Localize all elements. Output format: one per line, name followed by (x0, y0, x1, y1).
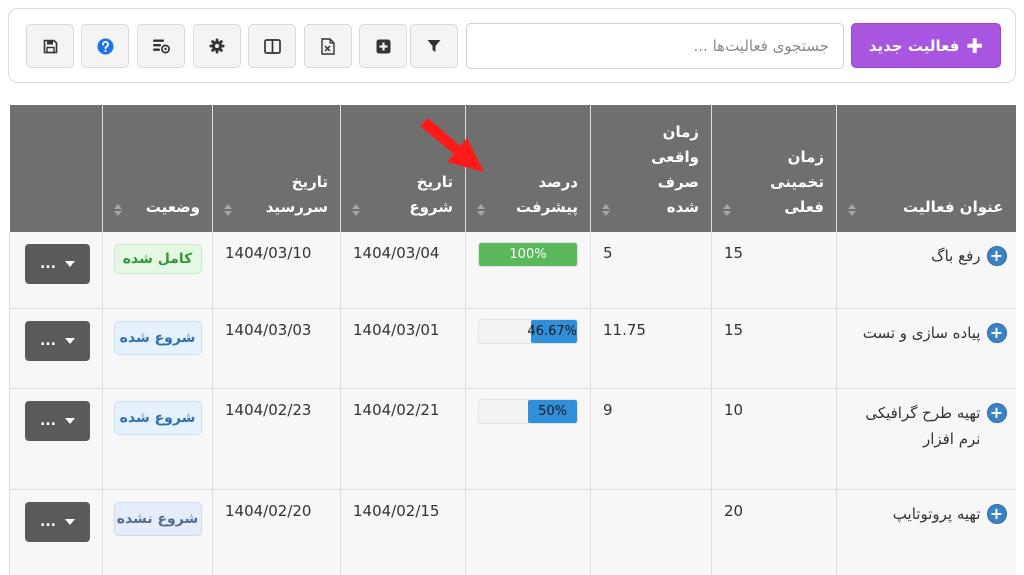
new-activity-button[interactable]: ✚ فعالیت جدید (851, 23, 1001, 68)
cell-title: + تهیه طرح گرافیکی نرم افزار (836, 388, 1016, 490)
help-button[interactable] (81, 24, 129, 68)
search-input[interactable] (466, 23, 844, 69)
cell-start-date: 1404/03/04 (340, 232, 466, 309)
caret-down-icon (64, 337, 75, 344)
table-row: + تهیه پروتوتایپ 20 1404/02/15 1404/02/20… (9, 489, 1016, 575)
row-actions-dropdown[interactable]: ... (25, 244, 90, 284)
sort-icon (477, 204, 485, 216)
cell-progress: 100% (465, 232, 591, 309)
cell-status: شروع شده (102, 388, 213, 490)
excel-export-icon (321, 37, 335, 55)
filter-icon (427, 40, 441, 52)
cell-status: شروع نشده (102, 489, 213, 575)
sort-icon (602, 204, 610, 216)
cell-actual (590, 489, 712, 575)
activities-table: عنوان فعالیت زمان تخمینی فعلی زمان واقعی… (9, 105, 1016, 575)
cell-progress (465, 489, 591, 575)
cell-title: + تهیه پروتوتایپ (836, 489, 1016, 575)
cell-estimated: 20 (711, 489, 837, 575)
status-badge: شروع شده (113, 320, 202, 355)
column-header-status[interactable]: وضعیت (102, 105, 213, 232)
expand-row-icon[interactable]: + (986, 402, 1007, 423)
column-header-due[interactable]: تاریخ سررسید (212, 105, 341, 232)
columns-icon (263, 38, 281, 54)
cell-estimated: 10 (711, 388, 837, 490)
cell-progress: 46.67% (465, 308, 591, 389)
row-actions-dropdown[interactable]: ... (25, 501, 90, 542)
cell-title: + پیاده سازی و تست (836, 308, 1016, 389)
column-header-actions (9, 105, 103, 232)
expand-row-icon[interactable]: + (986, 322, 1007, 343)
cell-actions: ... (9, 388, 103, 490)
expand-row-icon[interactable]: + (986, 503, 1007, 524)
column-header-estimated[interactable]: زمان تخمینی فعلی (711, 105, 837, 232)
cell-actions: ... (9, 232, 103, 309)
column-header-actual[interactable]: زمان واقعی صرف شده (590, 105, 712, 232)
progress-label: 46.67% (527, 323, 577, 339)
plus-icon: ✚ (966, 33, 984, 58)
sort-icon (848, 204, 856, 216)
status-badge: شروع شده (113, 400, 202, 435)
table-row: + رفع باگ 15 5 100% 1404/03/04 1404/03/10… (9, 232, 1016, 309)
sort-icon (114, 204, 122, 216)
caret-down-icon (64, 518, 75, 525)
cell-actual: 5 (590, 232, 712, 309)
cell-progress: 50% (465, 388, 591, 490)
columns-button[interactable] (248, 24, 296, 68)
progress-label: 50% (538, 403, 567, 419)
row-actions-dropdown[interactable]: ... (25, 320, 90, 361)
cell-estimated: 15 (711, 308, 837, 389)
caret-down-icon (64, 261, 75, 267)
table-row: + تهیه طرح گرافیکی نرم افزار 10 9 50% 140… (9, 388, 1016, 490)
table-header-row: عنوان فعالیت زمان تخمینی فعلی زمان واقعی… (9, 105, 1016, 232)
progress-label: 100% (509, 247, 547, 262)
gear-icon (209, 38, 225, 54)
sort-icon (224, 204, 232, 216)
add-button[interactable] (359, 24, 407, 68)
cell-title: + رفع باگ (836, 232, 1016, 309)
sort-icon (352, 204, 360, 216)
save-icon (43, 39, 57, 53)
row-actions-dropdown[interactable]: ... (25, 400, 90, 441)
sort-icon (723, 204, 731, 216)
expand-row-icon[interactable]: + (986, 246, 1007, 266)
table-row: + پیاده سازی و تست 15 11.75 46.67% 1404/0… (9, 308, 1016, 389)
progress-bar: 100% (478, 242, 578, 267)
cell-due-date: 1404/02/20 (212, 489, 341, 575)
cell-due-date: 1404/03/03 (212, 308, 341, 389)
status-badge: کامل شده (113, 244, 202, 274)
new-activity-label: فعالیت جدید (868, 36, 960, 55)
caret-down-icon (64, 417, 75, 424)
excel-export-button[interactable] (304, 24, 352, 68)
cell-start-date: 1404/03/01 (340, 308, 466, 389)
cell-estimated: 15 (711, 232, 837, 309)
settings-button[interactable] (193, 24, 241, 68)
cell-start-date: 1404/02/15 (340, 489, 466, 575)
cell-start-date: 1404/02/21 (340, 388, 466, 490)
cell-actual: 11.75 (590, 308, 712, 389)
cell-due-date: 1404/02/23 (212, 388, 341, 490)
save-button[interactable] (26, 24, 74, 68)
status-badge: شروع نشده (113, 501, 202, 536)
cell-actions: ... (9, 489, 103, 575)
column-settings-button[interactable] (137, 24, 185, 68)
cell-actual: 9 (590, 388, 712, 490)
filter-button[interactable] (410, 24, 458, 68)
progress-bar: 50% (478, 398, 578, 424)
add-square-icon (376, 39, 390, 53)
cell-status: کامل شده (102, 232, 213, 309)
toolbar: ✚ فعالیت جدید (8, 8, 1016, 83)
progress-bar: 46.67% (478, 318, 578, 344)
cell-due-date: 1404/03/10 (212, 232, 341, 309)
annotation-arrow-icon (420, 118, 484, 172)
column-settings-icon (153, 39, 170, 54)
column-header-title[interactable]: عنوان فعالیت (836, 105, 1016, 232)
help-icon (97, 38, 113, 54)
cell-status: شروع شده (102, 308, 213, 389)
cell-actions: ... (9, 308, 103, 389)
